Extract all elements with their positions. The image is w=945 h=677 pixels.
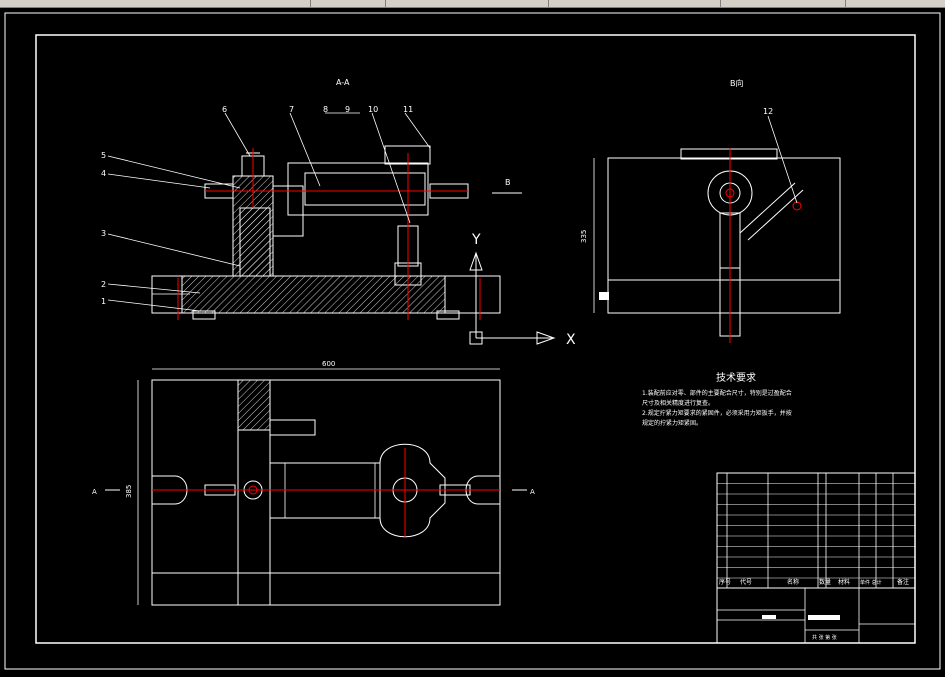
toolbar-separator — [720, 0, 721, 7]
part-number: 8 — [323, 105, 328, 114]
part-number: 2 — [101, 280, 106, 289]
cad-drawing: A-A 1 2 3 4 5 6 7 8 9 10 11 B Y X B向 12 … — [4, 12, 941, 670]
header-seq: 序号 — [719, 578, 731, 586]
part-number: 11 — [403, 105, 413, 114]
tech-requirements: 技术要求 1.装配前应对零、部件的主要配合尺寸，特别是过盈配合 尺寸及相关精度进… — [642, 371, 792, 427]
top-body — [151, 379, 501, 606]
cut-label-right: A — [530, 488, 535, 496]
part-number: 7 — [289, 105, 294, 114]
parts-list: 序号 代号 名称 数量 材料 单件 总计 备注 — [716, 472, 916, 589]
header-material: 材料 — [838, 578, 850, 586]
part-number: 5 — [101, 151, 106, 160]
part-number: 10 — [368, 105, 378, 114]
section-view-aa: A-A 1 2 3 4 5 6 7 8 9 10 11 B — [101, 78, 522, 320]
dimension-top: 600 — [322, 360, 335, 368]
dimension-height: 335 — [580, 230, 588, 243]
side-body — [607, 157, 841, 314]
part-number: 3 — [101, 229, 106, 238]
dimension-small-box — [599, 292, 609, 300]
header-code: 代号 — [740, 578, 752, 586]
app-toolbar-strip — [0, 0, 945, 8]
tech-line: 1.装配前应对零、部件的主要配合尺寸，特别是过盈配合 — [642, 389, 792, 397]
title-block: 共 张 第 张 — [716, 587, 916, 644]
toolbar-separator — [845, 0, 846, 7]
part-number: 1 — [101, 297, 106, 306]
toolbar-separator — [548, 0, 549, 7]
base-slot-right — [444, 275, 501, 314]
tech-line: 2.规定拧紧力矩要求的紧固件，必须采用力矩扳手，并按 — [642, 409, 792, 417]
header-name: 名称 — [787, 578, 799, 586]
part-number: 4 — [101, 169, 106, 178]
side-view-label: B向 — [730, 78, 744, 88]
drawing-frame — [35, 34, 916, 644]
top-view: 600 A A 385 — [92, 360, 535, 606]
clamp-arm — [287, 162, 429, 216]
ucs-x-label: X — [566, 332, 576, 348]
tech-title: 技术要求 — [716, 371, 756, 384]
header-qty: 数量 — [819, 578, 831, 586]
outer-border — [4, 12, 941, 670]
part-number: 6 — [222, 105, 227, 114]
tech-line: 规定的拧紧力矩紧固。 — [642, 419, 702, 427]
tech-line: 尺寸及相关精度进行复查。 — [642, 399, 714, 407]
side-view-b: B向 12 335 — [580, 78, 841, 343]
dimension-left: 385 — [125, 485, 133, 498]
toolbar-separator — [310, 0, 311, 7]
part-number: 12 — [763, 107, 773, 116]
cut-label-left: A — [92, 488, 97, 496]
part-number: 9 — [345, 105, 350, 114]
ucs-y-label: Y — [471, 232, 481, 248]
view-arrow-label: B — [505, 178, 511, 187]
section-label: A-A — [336, 78, 350, 87]
sheet-info: 共 张 第 张 — [812, 634, 837, 641]
drawing-canvas[interactable]: A-A 1 2 3 4 5 6 7 8 9 10 11 B Y X B向 12 … — [0, 8, 945, 673]
header-weight: 单件 总计 — [860, 579, 882, 586]
toolbar-separator — [385, 0, 386, 7]
header-remark: 备注 — [897, 578, 909, 586]
